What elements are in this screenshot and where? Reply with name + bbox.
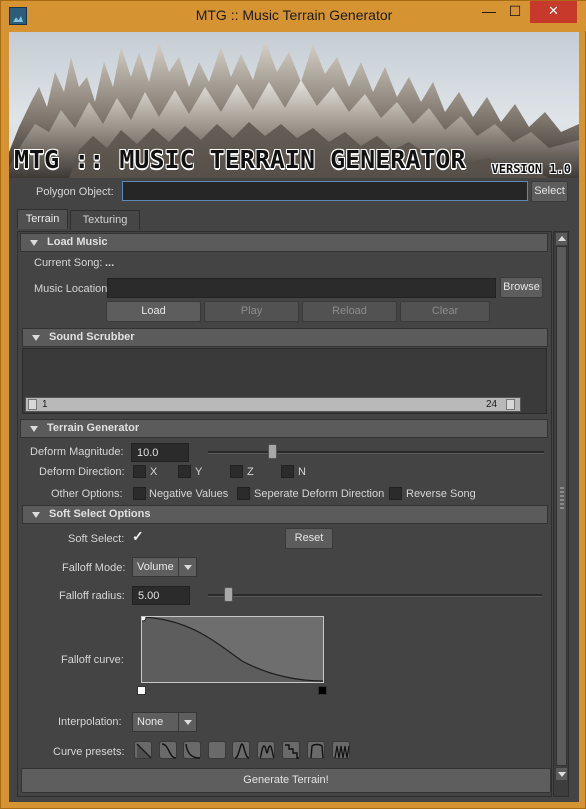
- reset-button[interactable]: Reset: [285, 528, 333, 549]
- application-window: MTG :: Music Terrain Generator — ☐ ✕ MTG…: [0, 0, 586, 809]
- interpolation-value: None: [137, 716, 164, 728]
- falloff-radius-slider[interactable]: [208, 594, 542, 597]
- falloff-radius-label: Falloff radius:: [59, 590, 125, 602]
- collapse-arrow-icon: [32, 512, 40, 518]
- music-location-field[interactable]: [107, 278, 496, 298]
- curve-presets-label: Curve presets:: [53, 746, 125, 758]
- preset-smooth-icon[interactable]: [159, 741, 177, 759]
- preset-flat-icon[interactable]: [208, 741, 226, 759]
- falloff-radius-field[interactable]: 5.00: [132, 586, 190, 605]
- falloff-mode-label: Falloff Mode:: [62, 562, 126, 574]
- deform-magnitude-label: Deform Magnitude:: [30, 446, 124, 458]
- reverse-song-label: Reverse Song: [406, 488, 476, 500]
- soft-select-checkbox[interactable]: [132, 528, 146, 545]
- scroll-thumb[interactable]: [556, 246, 567, 766]
- terrain-panel: Load Music Current Song: ... Music Locat…: [17, 231, 552, 797]
- falloff-radius-slider-handle[interactable]: [224, 587, 234, 602]
- grip-icon: [560, 487, 564, 511]
- select-button[interactable]: Select: [531, 181, 568, 202]
- clear-button[interactable]: Clear: [400, 301, 490, 322]
- terrain-generator-title: Terrain Generator: [47, 422, 140, 434]
- polygon-object-label: Polygon Object:: [36, 186, 114, 198]
- music-location-label: Music Location: [34, 283, 108, 295]
- tab-texturing[interactable]: Texturing: [70, 210, 140, 230]
- preset-bell-icon[interactable]: [232, 741, 250, 759]
- close-button[interactable]: ✕: [530, 1, 577, 23]
- preset-linear-icon[interactable]: [134, 741, 152, 759]
- scroll-down-icon[interactable]: [556, 768, 567, 780]
- load-music-title: Load Music: [47, 236, 108, 248]
- timeline-end: 24: [486, 399, 498, 410]
- soft-select-title: Soft Select Options: [49, 508, 151, 520]
- banner-image: MTG :: MUSIC TERRAIN GENERATOR VERSION 1…: [9, 32, 579, 178]
- client-area: MTG :: MUSIC TERRAIN GENERATOR VERSION 1…: [9, 32, 579, 802]
- deform-magnitude-slider-handle[interactable]: [267, 444, 277, 459]
- interpolation-label: Interpolation:: [58, 716, 122, 728]
- other-options-label: Other Options:: [51, 488, 123, 500]
- collapse-arrow-icon: [30, 240, 38, 246]
- direction-x-label: X: [150, 466, 158, 478]
- reverse-song-checkbox[interactable]: [389, 487, 402, 500]
- negative-values-checkbox[interactable]: [133, 487, 146, 500]
- timeline-end-handle[interactable]: [506, 399, 515, 410]
- curve-start-key[interactable]: [137, 686, 146, 695]
- sound-scrubber-title: Sound Scrubber: [49, 331, 135, 343]
- tab-terrain[interactable]: Terrain: [17, 209, 68, 229]
- banner-title: MTG :: MUSIC TERRAIN GENERATOR: [14, 145, 466, 174]
- interpolation-dropdown[interactable]: None: [132, 712, 197, 732]
- collapse-arrow-icon: [30, 426, 38, 432]
- load-music-header[interactable]: Load Music: [20, 233, 548, 252]
- preset-arch-icon[interactable]: [307, 741, 325, 759]
- browse-button[interactable]: Browse: [500, 277, 543, 298]
- title-bar[interactable]: MTG :: Music Terrain Generator — ☐ ✕: [1, 1, 586, 31]
- play-button[interactable]: Play: [204, 301, 299, 322]
- falloff-curve-graph[interactable]: [139, 614, 324, 683]
- reload-button[interactable]: Reload: [302, 301, 397, 322]
- preset-waves-icon[interactable]: [332, 741, 350, 759]
- deform-direction-label: Deform Direction:: [39, 466, 125, 478]
- sound-scrubber-header[interactable]: Sound Scrubber: [22, 328, 548, 347]
- sound-scrubber-area[interactable]: 1 24: [22, 348, 547, 414]
- seperate-deform-direction-checkbox[interactable]: [237, 487, 250, 500]
- curve-end-key[interactable]: [318, 686, 327, 695]
- current-song-label: Current Song:: [34, 257, 103, 269]
- negative-values-label: Negative Values: [149, 488, 229, 500]
- minimize-button[interactable]: —: [476, 1, 502, 23]
- soft-select-label: Soft Select:: [68, 533, 125, 545]
- deform-magnitude-slider[interactable]: [208, 451, 544, 454]
- direction-n-checkbox[interactable]: [281, 465, 294, 478]
- direction-z-label: Z: [247, 466, 254, 478]
- soft-select-header[interactable]: Soft Select Options: [22, 505, 548, 524]
- seperate-deform-direction-label: Seperate Deform Direction: [254, 488, 385, 500]
- falloff-curve-label: Falloff curve:: [61, 654, 124, 666]
- falloff-mode-dropdown[interactable]: Volume: [132, 557, 197, 577]
- terrain-generator-header[interactable]: Terrain Generator: [20, 419, 548, 438]
- direction-x-checkbox[interactable]: [133, 465, 146, 478]
- preset-slow-icon[interactable]: [183, 741, 201, 759]
- preset-steps-icon[interactable]: [282, 741, 300, 759]
- preset-double-bell-icon[interactable]: [257, 741, 275, 759]
- deform-magnitude-field[interactable]: 10.0: [131, 443, 189, 462]
- collapse-arrow-icon: [32, 335, 40, 341]
- polygon-object-field[interactable]: [122, 181, 528, 201]
- maximize-button[interactable]: ☐: [502, 1, 528, 23]
- vertical-scrollbar[interactable]: [553, 231, 569, 797]
- banner-version: VERSION 1.0: [491, 162, 571, 176]
- falloff-curve-plot: [139, 614, 324, 682]
- direction-y-checkbox[interactable]: [178, 465, 191, 478]
- time-slider[interactable]: 1 24: [25, 397, 521, 412]
- falloff-mode-value: Volume: [137, 561, 174, 573]
- direction-z-checkbox[interactable]: [230, 465, 243, 478]
- load-button[interactable]: Load: [106, 301, 201, 322]
- timeline-start-handle[interactable]: [28, 399, 37, 410]
- direction-y-label: Y: [195, 466, 203, 478]
- generate-terrain-button[interactable]: Generate Terrain!: [21, 768, 551, 793]
- scroll-up-icon[interactable]: [556, 233, 567, 245]
- timeline-start: 1: [42, 399, 48, 410]
- chevron-down-icon: [178, 558, 196, 576]
- current-song-value: ...: [105, 257, 115, 269]
- direction-n-label: N: [298, 466, 306, 478]
- chevron-down-icon: [178, 713, 196, 731]
